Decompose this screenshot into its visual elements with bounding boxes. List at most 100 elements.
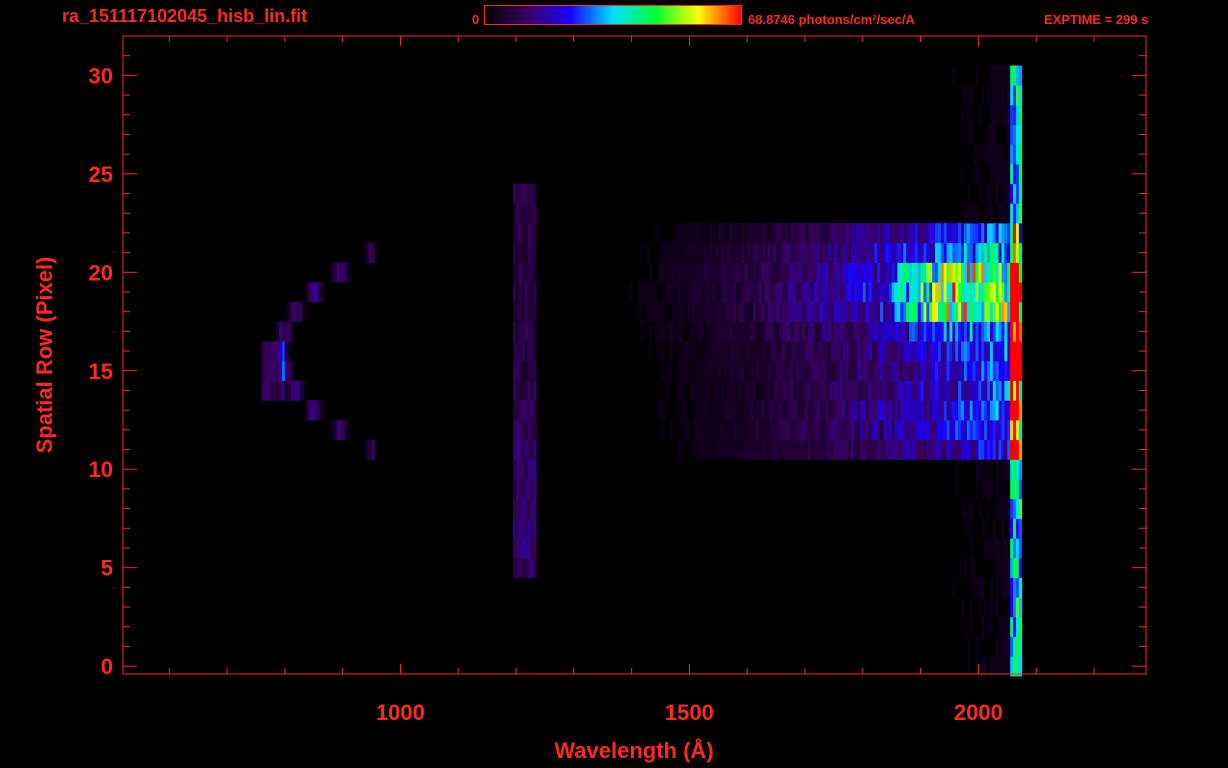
heatmap-cell <box>784 360 789 381</box>
heatmap-cell <box>995 419 1000 441</box>
heatmap-cell <box>961 301 965 322</box>
heatmap-cell <box>914 341 919 362</box>
heatmap-cell <box>871 439 875 460</box>
x-tick-label: 2000 <box>954 700 1003 725</box>
heatmap-cell <box>533 321 537 342</box>
heatmap-cell <box>735 242 739 263</box>
heatmap-cell <box>914 242 919 263</box>
heatmap-cell <box>333 262 338 283</box>
heatmap-cell <box>776 380 780 401</box>
heatmap-cell <box>946 282 950 303</box>
heatmap-cell <box>880 242 884 263</box>
heatmap-cell <box>900 419 904 441</box>
heatmap-cell <box>744 439 748 460</box>
heatmap-cell <box>1010 518 1014 539</box>
heatmap-cell <box>1001 400 1005 421</box>
heatmap-cell <box>715 341 719 362</box>
heatmap-cell <box>683 262 687 283</box>
heatmap-cell <box>802 242 806 263</box>
heatmap-cell <box>842 341 846 362</box>
heatmap-cell <box>761 341 765 362</box>
heatmap-cell <box>521 380 526 401</box>
heatmap-cell <box>807 262 812 283</box>
heatmap-cell <box>721 400 725 421</box>
heatmap-cell <box>987 400 991 421</box>
heatmap-cell <box>807 282 812 303</box>
heatmap-cell <box>984 400 988 421</box>
heatmap-cell <box>527 518 531 539</box>
heatmap-cell <box>712 223 716 244</box>
heatmap-cell <box>513 223 517 244</box>
heatmap-cell <box>813 223 817 244</box>
heatmap-cell <box>816 341 820 362</box>
heatmap-cell <box>935 321 939 342</box>
heatmap-cell <box>836 360 841 381</box>
heatmap-cell <box>802 262 806 283</box>
heatmap-cell <box>518 538 523 559</box>
heatmap-cell <box>978 439 982 460</box>
heatmap-cell <box>816 321 820 342</box>
heatmap-cell <box>868 282 872 303</box>
heatmap-cell <box>718 301 722 322</box>
heatmap-cell <box>816 242 820 263</box>
heatmap-cell <box>854 242 858 263</box>
heatmap-cell <box>958 341 962 362</box>
heatmap-cell <box>926 282 930 303</box>
heatmap-cell <box>859 301 864 322</box>
heatmap-cell <box>521 439 526 460</box>
heatmap-cell <box>790 242 794 263</box>
heatmap-cell <box>648 341 653 362</box>
heatmap-cell <box>715 301 719 322</box>
heatmap-cell <box>937 341 942 362</box>
heatmap-cell <box>949 439 953 460</box>
heatmap-cell <box>891 400 895 421</box>
heatmap-cell <box>796 223 800 244</box>
heatmap-cell <box>961 400 965 421</box>
heatmap-cell <box>992 518 997 539</box>
heatmap-cell <box>516 262 520 283</box>
heatmap-cell <box>998 85 1002 106</box>
heatmap-cell <box>677 282 682 303</box>
heatmap-cell <box>874 242 878 263</box>
heatmap-cell <box>952 341 956 362</box>
heatmap-cell <box>926 380 930 401</box>
heatmap-cell <box>703 262 708 283</box>
heatmap-cell <box>287 321 292 342</box>
heatmap-cell <box>1001 203 1005 224</box>
heatmap-cell <box>975 65 979 86</box>
heatmap-cell <box>273 341 277 362</box>
heatmap-cell <box>796 282 800 303</box>
heatmap-cell <box>836 439 841 460</box>
heatmap-cell <box>758 419 763 441</box>
heatmap-cell <box>966 419 971 441</box>
heatmap-cell <box>807 341 812 362</box>
heatmap-cell <box>917 360 921 381</box>
heatmap-cell <box>805 380 809 401</box>
heatmap-cell <box>857 439 861 460</box>
heatmap-cell <box>738 223 742 244</box>
heatmap-cell <box>943 380 948 401</box>
heatmap-cell <box>1001 262 1005 283</box>
heatmap-cell <box>1004 124 1008 145</box>
heatmap-cell <box>333 419 338 441</box>
heatmap-cell <box>284 341 289 362</box>
heatmap-cell <box>825 360 829 381</box>
heatmap-cell <box>883 400 887 421</box>
heatmap-cell <box>831 242 835 263</box>
heatmap-cell <box>885 223 890 244</box>
heatmap-cell <box>857 282 861 303</box>
heatmap-cell <box>839 439 843 460</box>
heatmap-cell <box>949 380 953 401</box>
heatmap-cell <box>911 400 916 421</box>
heatmap-cell <box>669 262 673 283</box>
heatmap-cell <box>521 242 526 263</box>
heatmap-cell <box>776 301 780 322</box>
heatmap-cell <box>793 242 797 263</box>
heatmap-cell <box>984 144 988 165</box>
y-tick-label: 25 <box>89 162 113 187</box>
heatmap-cell <box>518 242 523 263</box>
heatmap-cell <box>932 242 936 263</box>
heatmap-cell <box>981 518 985 539</box>
heatmap-cell <box>663 400 667 421</box>
heatmap-cell <box>833 341 838 362</box>
